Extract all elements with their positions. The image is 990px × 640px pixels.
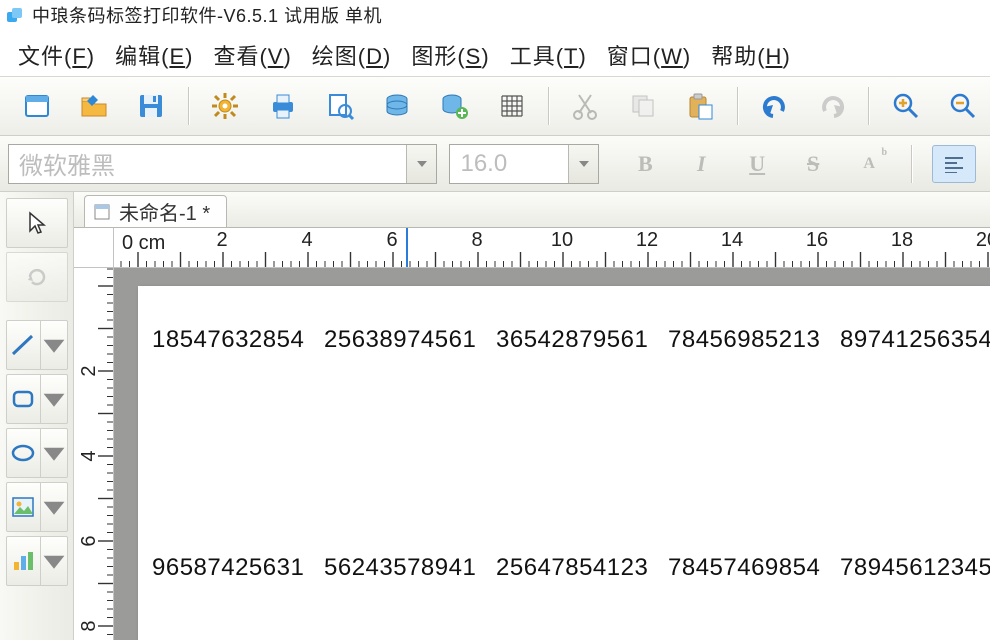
- ellipse-tool-dropdown-icon[interactable]: [41, 429, 67, 477]
- line-tool-dropdown-icon[interactable]: [41, 321, 67, 369]
- palette-line[interactable]: [6, 320, 68, 370]
- font-size-value: 16.0: [450, 150, 568, 178]
- menu-shape[interactable]: 图形(S): [401, 39, 499, 71]
- format-toolbar: 微软雅黑 16.0 B I U S Ab: [0, 136, 990, 192]
- ruler-guide-indicator: [406, 228, 408, 268]
- menu-help[interactable]: 帮助(H): [701, 39, 801, 71]
- print-preview-button[interactable]: [321, 87, 358, 125]
- menu-edit[interactable]: 编辑(E): [105, 39, 203, 71]
- svg-text:2: 2: [78, 365, 100, 376]
- label-r2c2[interactable]: 56243578941: [324, 554, 476, 582]
- label-r1c5[interactable]: 89741256354: [840, 326, 990, 354]
- svg-text:4: 4: [78, 450, 100, 461]
- database-button[interactable]: [378, 87, 415, 125]
- cut-button[interactable]: [567, 87, 604, 125]
- svg-text:6: 6: [78, 535, 100, 546]
- database-add-button[interactable]: [436, 87, 473, 125]
- menu-tool[interactable]: 工具(T): [500, 39, 597, 71]
- menu-view[interactable]: 查看(V): [203, 39, 301, 71]
- grid-button[interactable]: [493, 87, 530, 125]
- font-size-dropdown-icon[interactable]: [568, 145, 598, 183]
- image-tool-dropdown-icon[interactable]: [41, 483, 67, 531]
- copy-button[interactable]: [624, 87, 661, 125]
- print-button[interactable]: [264, 87, 301, 125]
- new-button[interactable]: [18, 87, 55, 125]
- page: 18547632854 25638974561 36542879561 7845…: [138, 286, 990, 640]
- chart-tool-dropdown-icon[interactable]: [41, 537, 67, 585]
- palette-refresh[interactable]: [6, 252, 68, 302]
- superscript-button[interactable]: Ab: [847, 145, 891, 183]
- palette-ellipse[interactable]: [6, 428, 68, 478]
- svg-text:14: 14: [721, 229, 743, 251]
- font-family-value: 微软雅黑: [9, 146, 406, 181]
- label-r2c1[interactable]: 96587425631: [152, 554, 304, 582]
- doc-tab-label: 未命名-1 *: [119, 197, 210, 226]
- strike-button[interactable]: S: [791, 145, 835, 183]
- zoom-out-button[interactable]: [945, 87, 982, 125]
- font-size-combo[interactable]: 16.0: [449, 144, 599, 184]
- doc-tab[interactable]: 未命名-1 *: [84, 195, 227, 227]
- palette-rect[interactable]: [6, 374, 68, 424]
- work-area: 未命名-1 * 2 4 6 8 10 12 14 16 18 20 0 cm 2 4 6 8 18547…: [0, 192, 990, 640]
- svg-text:18: 18: [891, 229, 913, 251]
- settings-button[interactable]: [207, 87, 244, 125]
- bold-button[interactable]: B: [623, 145, 667, 183]
- label-r2c3[interactable]: 25647854123: [496, 554, 648, 582]
- underline-button[interactable]: U: [735, 145, 779, 183]
- align-button[interactable]: [932, 145, 976, 183]
- zoom-in-button[interactable]: [887, 87, 924, 125]
- italic-button[interactable]: I: [679, 145, 723, 183]
- label-r1c1[interactable]: 18547632854: [152, 326, 304, 354]
- label-r1c4[interactable]: 78456985213: [668, 326, 820, 354]
- svg-text:16: 16: [806, 229, 828, 251]
- rect-tool-icon: [7, 375, 40, 423]
- palette-pointer[interactable]: [6, 198, 68, 248]
- svg-text:4: 4: [301, 229, 312, 251]
- image-tool-icon: [7, 483, 40, 531]
- svg-text:12: 12: [636, 229, 658, 251]
- svg-text:6: 6: [386, 229, 397, 251]
- label-r1c2[interactable]: 25638974561: [324, 326, 476, 354]
- pointer-tool-icon: [7, 199, 67, 247]
- save-button[interactable]: [133, 87, 170, 125]
- refresh-icon: [7, 253, 67, 301]
- undo-button[interactable]: [756, 87, 793, 125]
- hruler-origin-label: 0 cm: [122, 232, 165, 255]
- window-title: 中琅条码标签打印软件-V6.5.1 试用版 单机: [32, 2, 382, 28]
- chart-tool-icon: [7, 537, 40, 585]
- label-r2c4[interactable]: 78457469854: [668, 554, 820, 582]
- svg-text:8: 8: [471, 229, 482, 251]
- canvas[interactable]: 18547632854 25638974561 36542879561 7845…: [114, 268, 990, 640]
- tool-palette: [0, 192, 74, 640]
- label-r2c5[interactable]: 78945612345: [840, 554, 990, 582]
- svg-text:10: 10: [551, 229, 573, 251]
- doc-tab-bar: 未命名-1 *: [74, 192, 990, 228]
- menu-file[interactable]: 文件(F): [8, 39, 105, 71]
- palette-chart[interactable]: [6, 536, 68, 586]
- label-r1c3[interactable]: 36542879561: [496, 326, 648, 354]
- app-icon: [6, 6, 24, 24]
- menu-bar: 文件(F) 编辑(E) 查看(V) 绘图(D) 图形(S) 工具(T) 窗口(W…: [0, 30, 990, 76]
- main-toolbar: [0, 76, 990, 136]
- document-area: 未命名-1 * 2 4 6 8 10 12 14 16 18 20 0 cm 2 4 6 8 18547…: [74, 192, 990, 640]
- menu-window[interactable]: 窗口(W): [597, 39, 701, 71]
- font-family-combo[interactable]: 微软雅黑: [8, 144, 437, 184]
- ruler-corner: [74, 228, 114, 268]
- menu-draw[interactable]: 绘图(D): [302, 39, 402, 71]
- palette-image[interactable]: [6, 482, 68, 532]
- vertical-ruler[interactable]: 2 4 6 8: [74, 268, 114, 640]
- svg-text:8: 8: [78, 620, 100, 631]
- svg-text:2: 2: [216, 229, 227, 251]
- horizontal-ruler[interactable]: 2 4 6 8 10 12 14 16 18 20 0 cm: [74, 228, 990, 268]
- redo-button[interactable]: [813, 87, 850, 125]
- font-family-dropdown-icon[interactable]: [406, 145, 436, 183]
- rect-tool-dropdown-icon[interactable]: [41, 375, 67, 423]
- doc-tab-icon: [93, 203, 111, 221]
- line-tool-icon: [7, 321, 40, 369]
- open-button[interactable]: [75, 87, 112, 125]
- paste-button[interactable]: [682, 87, 719, 125]
- title-bar: 中琅条码标签打印软件-V6.5.1 试用版 单机: [0, 0, 990, 30]
- svg-text:20: 20: [976, 229, 990, 251]
- ellipse-tool-icon: [7, 429, 40, 477]
